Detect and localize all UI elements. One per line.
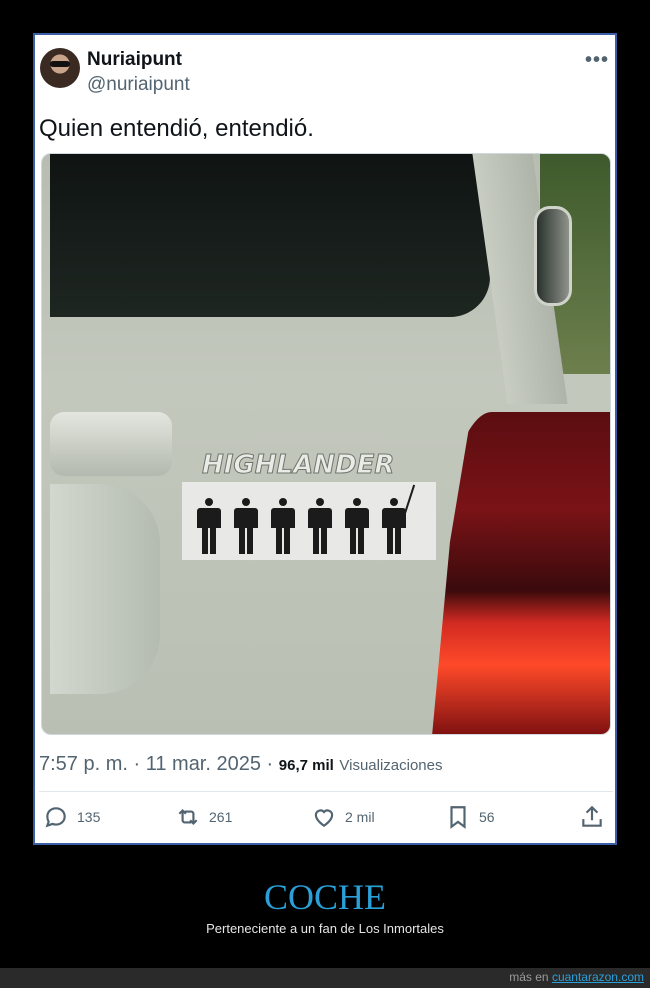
sticker-figure-with-sword (381, 484, 416, 554)
heart-icon (314, 809, 334, 827)
sticker-figure (196, 498, 222, 554)
photo-taillight (432, 412, 610, 734)
user-handle[interactable]: @nuriaipunt (87, 74, 190, 96)
bookmark-count: 56 (479, 809, 495, 825)
retweet-button[interactable]: 261 (175, 803, 232, 831)
photo-sticker (182, 482, 436, 560)
sticker-figure (233, 498, 259, 554)
photo-emblem: HIGHLANDER (201, 450, 395, 481)
photo-mirror (534, 206, 572, 306)
retweet-count: 261 (209, 809, 233, 825)
reply-button[interactable]: 135 (43, 803, 100, 831)
share-button[interactable] (579, 803, 605, 831)
avatar[interactable] (40, 48, 80, 88)
photo-bumper-curve (50, 484, 160, 694)
more-horizontal-icon[interactable]: ••• (585, 49, 609, 72)
footer-prefix: más en (509, 970, 549, 984)
timestamp[interactable]: 7:57 p. m. · 11 mar. 2025 · (39, 753, 273, 775)
retweet-icon (178, 808, 198, 826)
photo-rear-window (50, 154, 490, 317)
display-name[interactable]: Nuriaipunt (87, 49, 182, 71)
tweet-photo[interactable]: HIGHLANDER (41, 153, 611, 735)
like-button[interactable]: 2 mil (311, 803, 375, 831)
views-count: 96,7 mil (278, 757, 334, 774)
caption-title[interactable]: COCHE (0, 876, 650, 918)
divider (39, 791, 613, 792)
tweet-meta: 7:57 p. m. · 11 mar. 2025 · 96,7 mil Vis… (39, 753, 443, 776)
photo-tailgate-handle (50, 412, 172, 476)
tweet-card: Nuriaipunt @nuriaipunt ••• Quien entendi… (33, 33, 617, 845)
views-label: Visualizaciones (339, 757, 443, 774)
caption-subtitle: Perteneciente a un fan de Los Inmortales (206, 921, 444, 936)
sticker-figure (344, 498, 370, 554)
sticker-figure (307, 498, 333, 554)
reply-count: 135 (77, 809, 101, 825)
footer-site-link[interactable]: cuantarazon.com (552, 970, 644, 984)
footer-text: más en cuantarazon.com (509, 970, 644, 984)
footer-bar: más en cuantarazon.com (0, 968, 650, 988)
avatar-sunglasses (50, 61, 70, 67)
sticker-figure (270, 498, 296, 554)
bookmark-button[interactable]: 56 (445, 803, 495, 831)
like-count: 2 mil (345, 809, 375, 825)
share-icon (582, 805, 602, 827)
tweet-text: Quien entendió, entendió. (39, 115, 314, 142)
bookmark-icon (450, 806, 466, 829)
reply-icon (45, 807, 66, 828)
